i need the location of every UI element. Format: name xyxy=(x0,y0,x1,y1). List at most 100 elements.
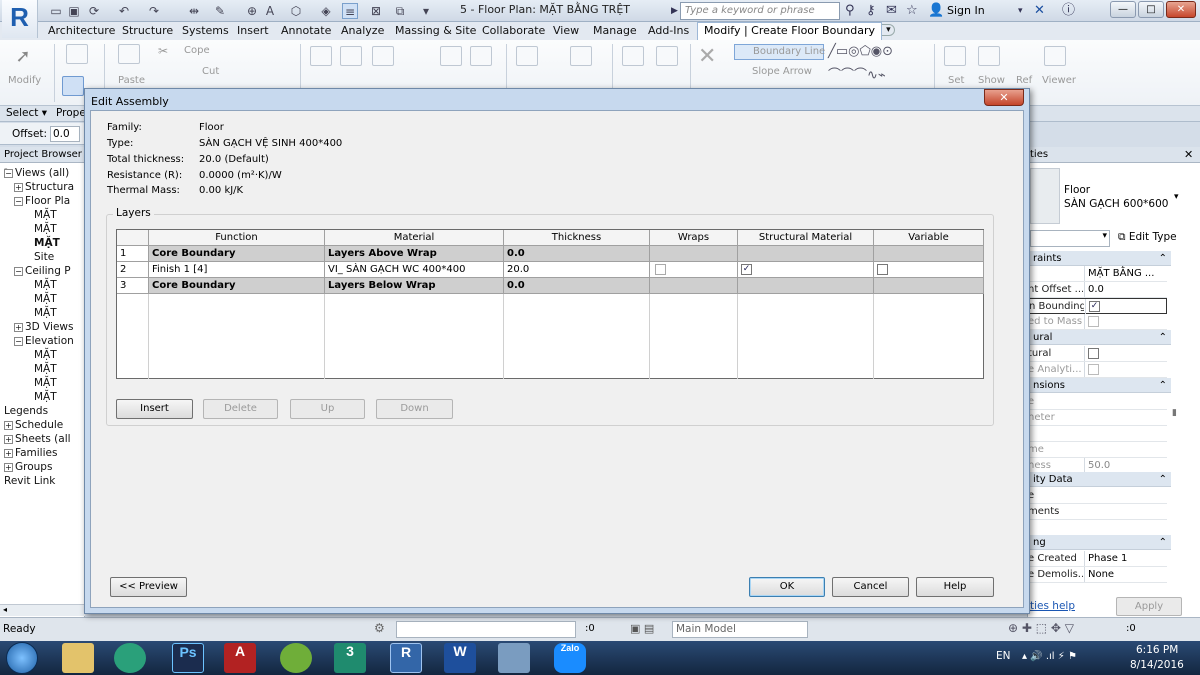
column-header-material[interactable]: Material xyxy=(325,230,504,246)
sync-icon[interactable]: ⟳ xyxy=(86,3,102,19)
language-indicator[interactable]: EN xyxy=(996,650,1011,662)
properties-help-link[interactable]: ties help xyxy=(1030,600,1075,612)
tree-item[interactable]: MẶT xyxy=(4,376,85,390)
prop-row-phase-created[interactable]: e Created Phase 1 xyxy=(1027,551,1167,567)
cut-button[interactable]: Cut xyxy=(202,66,219,77)
section-phasing[interactable]: ng ⌃ xyxy=(1027,535,1171,550)
collapse-icon[interactable]: − xyxy=(14,337,23,346)
boundary-line-button[interactable]: Boundary Line xyxy=(734,44,825,60)
copy-icon[interactable] xyxy=(470,46,492,66)
delete-button[interactable]: Delete xyxy=(203,399,278,419)
open-icon[interactable]: ▭ xyxy=(48,3,64,19)
column-header-function[interactable]: Function xyxy=(149,230,325,246)
insert-button[interactable]: Insert xyxy=(116,399,193,419)
remote-desktop-icon[interactable] xyxy=(498,643,530,673)
tab-modify-create-floor-boundary[interactable]: Modify | Create Floor Boundary xyxy=(697,22,883,40)
maximize-button[interactable]: □ xyxy=(1138,1,1164,18)
revit-taskbar-icon[interactable]: R xyxy=(390,643,422,673)
show-workplane-icon[interactable] xyxy=(978,46,1000,66)
expand-icon[interactable]: + xyxy=(14,323,23,332)
viewer-icon[interactable] xyxy=(1044,46,1066,66)
autocad-icon[interactable]: A xyxy=(224,643,256,673)
wraps-checkbox[interactable] xyxy=(655,263,666,275)
clock-date[interactable]: 8/14/2016 xyxy=(1130,659,1184,671)
cancel-edit-icon[interactable]: ✕ xyxy=(698,44,716,69)
expand-icon[interactable]: + xyxy=(4,449,13,458)
ok-button[interactable]: OK xyxy=(749,577,825,597)
level-value[interactable]: MẶT BẰNG ... xyxy=(1084,266,1167,281)
set-label[interactable]: Set xyxy=(948,75,964,86)
cancel-button[interactable]: Cancel xyxy=(832,577,909,597)
slope-arrow-button[interactable]: Slope Arrow xyxy=(734,66,812,77)
worksets-icon[interactable]: ⚙ xyxy=(374,621,385,635)
row-material[interactable]: Layers Below Wrap xyxy=(325,278,504,294)
switch-windows-icon[interactable]: ⧉ xyxy=(392,3,408,19)
pin-icon[interactable] xyxy=(516,46,538,66)
tag-icon[interactable]: ⊕ xyxy=(244,3,260,19)
workset-dropdown[interactable] xyxy=(396,621,576,638)
column-header-structural-material[interactable]: Structural Material xyxy=(738,230,874,246)
tree-item[interactable]: + Families xyxy=(4,446,85,460)
tree-item[interactable]: − Ceiling P xyxy=(4,264,85,278)
collapse-icon[interactable]: ⌃ xyxy=(1159,378,1167,393)
down-button[interactable]: Down xyxy=(376,399,453,419)
tab-structure[interactable]: Structure xyxy=(122,24,173,37)
phase-demolished-value[interactable]: None xyxy=(1084,567,1167,582)
type-selector-chevron-icon[interactable]: ▾ xyxy=(1174,192,1179,202)
dialog-close-button[interactable]: ✕ xyxy=(984,89,1024,106)
collapse-icon[interactable]: ⌃ xyxy=(1159,251,1167,266)
window-close-button[interactable]: ✕ xyxy=(1166,1,1196,18)
type-properties-icon[interactable] xyxy=(62,76,84,96)
prop-row-room-bounding[interactable]: n Bounding ✓ xyxy=(1027,298,1167,314)
communication-icon[interactable]: ✉ xyxy=(886,3,897,19)
row-material[interactable]: VI_ SÀN GẠCH WC 400*400 xyxy=(325,262,504,278)
apply-button[interactable]: Apply xyxy=(1116,597,1182,616)
row-thickness[interactable]: 20.0 xyxy=(504,262,650,278)
column-header-wraps[interactable]: Wraps xyxy=(650,230,738,246)
tray-icons[interactable]: ▴ 🔊 .ıl ⚡ ⚑ xyxy=(1022,651,1077,662)
expand-icon[interactable]: + xyxy=(14,183,23,192)
prop-row-comments[interactable]: ments xyxy=(1027,504,1167,520)
text-icon[interactable]: A xyxy=(262,3,278,19)
aligned-dimension-icon[interactable]: ✎ xyxy=(212,3,228,19)
create-group-icon[interactable] xyxy=(656,46,678,66)
collapse-icon[interactable]: − xyxy=(14,197,23,206)
measure-tool-icon[interactable] xyxy=(570,46,592,66)
offset-icon[interactable] xyxy=(340,46,362,66)
tab-view[interactable]: View xyxy=(553,24,579,37)
tab-collaborate[interactable]: Collaborate xyxy=(482,24,545,37)
revit-app-icon[interactable]: R xyxy=(2,0,38,38)
height-offset-value[interactable]: 0.0 xyxy=(1084,282,1167,297)
tab-manage[interactable]: Manage xyxy=(593,24,637,37)
section-structural[interactable]: ural ⌃ xyxy=(1027,330,1171,345)
collapse-icon[interactable]: ⌃ xyxy=(1159,535,1167,550)
file-explorer-icon[interactable] xyxy=(62,643,94,673)
tree-item[interactable]: Site xyxy=(4,250,85,264)
edit-type-button[interactable]: ⧉ Edit Type xyxy=(1118,231,1177,244)
tab-add-ins[interactable]: Add-Ins xyxy=(648,24,689,37)
tree-item[interactable]: − Views (all) xyxy=(4,166,85,180)
tree-item[interactable]: Revit Link xyxy=(4,474,85,488)
row-material[interactable]: Layers Above Wrap xyxy=(325,246,504,262)
tree-item[interactable]: MẶT xyxy=(4,306,85,320)
up-button[interactable]: Up xyxy=(290,399,365,419)
scroll-thumb-icon[interactable]: ▮ xyxy=(1172,408,1177,418)
collapse-icon[interactable]: ⌃ xyxy=(1159,472,1167,487)
tab-insert[interactable]: Insert xyxy=(237,24,269,37)
paste-clipboard-icon[interactable] xyxy=(118,44,140,64)
tree-item[interactable]: MẶT xyxy=(4,362,85,376)
modify-label[interactable]: Modify xyxy=(8,75,41,86)
close-hidden-icon[interactable]: ⊠ xyxy=(368,3,384,19)
prop-row-image[interactable]: e xyxy=(1027,488,1167,504)
prop-row-perimeter[interactable]: neter xyxy=(1027,410,1167,426)
word-icon[interactable]: W xyxy=(444,643,476,673)
3dsmax-icon[interactable]: 3 xyxy=(334,643,366,673)
tree-item[interactable]: + Groups xyxy=(4,460,85,474)
column-header-variable[interactable]: Variable xyxy=(874,230,984,246)
row-function[interactable]: Finish 1 [4] xyxy=(149,262,325,278)
tree-item[interactable]: MẶT xyxy=(4,390,85,404)
row-function[interactable]: Core Boundary xyxy=(149,246,325,262)
move-icon[interactable] xyxy=(440,46,462,66)
3d-view-icon[interactable]: ⬡ xyxy=(288,3,304,19)
collapse-icon[interactable]: − xyxy=(4,169,13,178)
